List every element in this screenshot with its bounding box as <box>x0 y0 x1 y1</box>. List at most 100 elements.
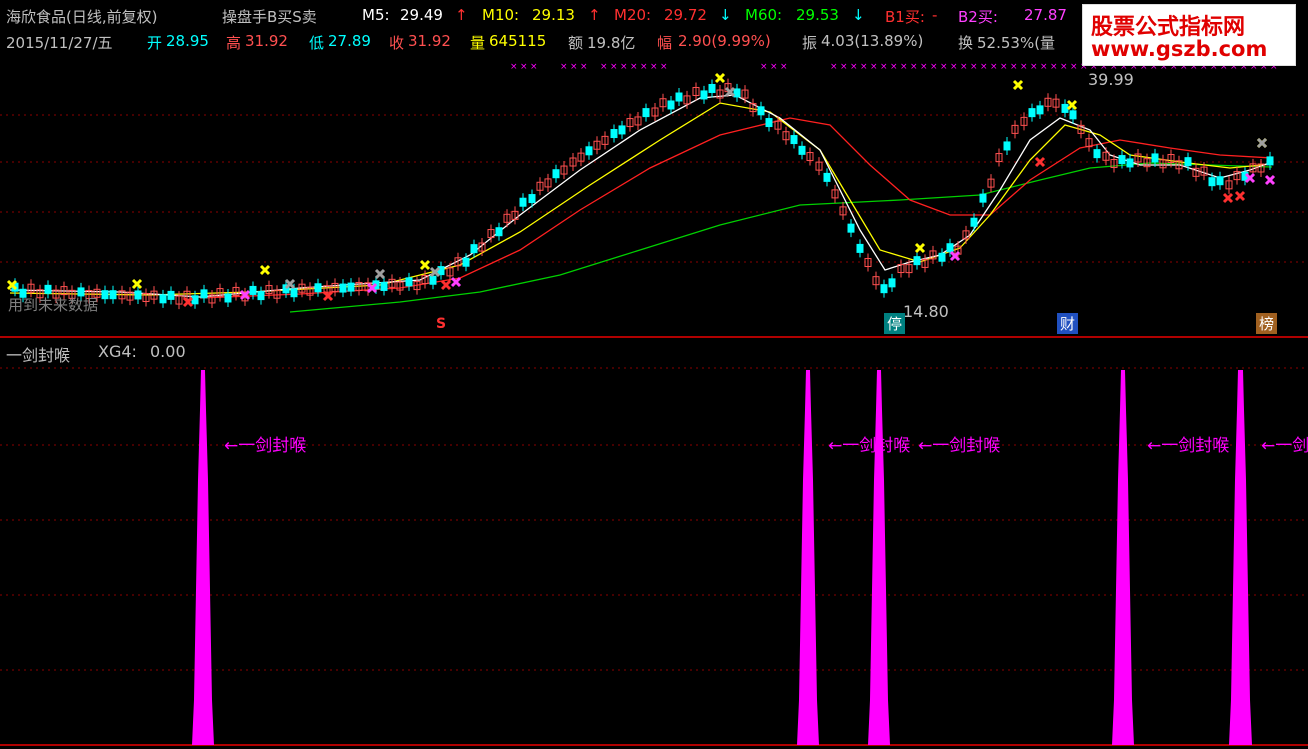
future-data-note: 用到未来数据 <box>8 296 99 314</box>
signal-label: ←一剑封喉 <box>224 436 306 456</box>
xg4-value: 0.00 <box>150 342 186 361</box>
b1-value: - <box>932 6 938 24</box>
ma20-value: 29.72 <box>664 6 707 24</box>
quote-date: 2015/11/27/五 <box>6 34 113 52</box>
signal-dot-icon: × <box>840 62 848 72</box>
candle-body <box>888 278 896 288</box>
signal-dot-icon: × <box>1050 62 1058 72</box>
candle-body <box>733 88 741 98</box>
signal-dot-icon: × <box>630 62 638 72</box>
candle-body <box>970 217 978 227</box>
candle-body <box>462 257 470 267</box>
signal-dot-icon: × <box>560 62 568 72</box>
signal-dot-icon: × <box>850 62 858 72</box>
signal-dot-icon: × <box>990 62 998 72</box>
candle-body <box>249 285 257 295</box>
candle-body <box>405 277 413 287</box>
ma5-value: 29.49 <box>400 6 443 24</box>
signal-dot-icon: × <box>950 62 958 72</box>
signal-label: ←一剑封喉 <box>1261 436 1308 456</box>
change-value: 2.90(9.99%) <box>678 32 771 50</box>
signal-label: ←一剑封喉 <box>828 436 910 456</box>
indicator-chart[interactable]: ←一剑封喉 ←一剑封喉 ←一剑封喉 ←一剑封喉 ←一剑封喉 <box>0 338 1308 749</box>
candle-body <box>765 118 773 128</box>
signal-dot-icon: × <box>570 62 578 72</box>
xg4-label: XG4: <box>98 342 137 361</box>
candle-body <box>675 92 683 102</box>
ma5-label: M5: <box>362 6 390 24</box>
indicator-panel[interactable]: ←一剑封喉 ←一剑封喉 ←一剑封喉 ←一剑封喉 ←一剑封喉 一剑封喉 XG4: 0.00 <box>0 338 1308 749</box>
low-value: 27.89 <box>328 32 371 50</box>
volume-value: 645115 <box>489 32 547 50</box>
candle-body <box>437 266 445 276</box>
ma60-label: M60: <box>745 6 783 24</box>
watermark-logo: 股票公式指标网 www.gszb.com <box>1082 4 1296 66</box>
signal-dot-icon: × <box>940 62 948 72</box>
signal-dot-icon: × <box>520 62 528 72</box>
candle-body <box>757 106 765 116</box>
candle-body <box>1184 157 1192 167</box>
ma60-value: 29.53 <box>796 6 839 24</box>
signal-dot-icon: × <box>960 62 968 72</box>
candle-body <box>1036 105 1044 115</box>
signal-dot-icon: × <box>1070 62 1078 72</box>
open-label: 开 <box>147 34 163 52</box>
signal-dot-icon: × <box>780 62 788 72</box>
ma10-arrow-icon: ↑ <box>588 6 601 24</box>
candle-body <box>847 223 855 233</box>
candle-body <box>224 293 232 303</box>
close-value: 31.92 <box>408 32 451 50</box>
ma10-value: 29.13 <box>532 6 575 24</box>
signal-label: ←一剑封喉 <box>918 436 1000 456</box>
candle-body <box>1069 110 1077 120</box>
candle-body <box>314 283 322 293</box>
finance-tag[interactable]: 财 <box>1057 313 1079 334</box>
candle-body <box>1118 155 1126 165</box>
candle-body <box>44 284 52 294</box>
candle-body <box>1126 158 1134 168</box>
candle-body <box>339 283 347 293</box>
ranking-tag[interactable]: 榜 <box>1256 313 1278 334</box>
price-chart-panel[interactable]: × × × × × × × × × × × × × × × × × × × × × × × × × × × × × × × × × × × × × × × ×… <box>0 0 1308 338</box>
signal-dot-icon: × <box>900 62 908 72</box>
candle-body <box>708 83 716 93</box>
signal-dot-icon: × <box>580 62 588 72</box>
open-value: 28.95 <box>166 32 209 50</box>
candle-body <box>1061 103 1069 113</box>
signal-dot-icon: × <box>1010 62 1018 72</box>
turnover-label: 换 <box>958 34 974 52</box>
candle-body <box>519 197 527 207</box>
candle-body <box>134 290 142 300</box>
signal-dot-icon: × <box>1040 62 1048 72</box>
candle-body <box>798 145 806 155</box>
candle-body <box>1028 108 1036 118</box>
signal-dot-icon: × <box>530 62 538 72</box>
candle-body <box>946 243 954 253</box>
high-price-label: 39.99 <box>1088 70 1134 89</box>
candle-body <box>1151 153 1159 163</box>
candle-body <box>101 290 109 300</box>
amplitude-label: 振 <box>802 34 818 52</box>
candle-body <box>585 146 593 156</box>
suspend-tag[interactable]: 停 <box>884 313 906 334</box>
amplitude-value: 4.03(13.89%) <box>821 32 924 50</box>
candle-body <box>1093 149 1101 159</box>
candle-body <box>200 289 208 299</box>
signal-dot-icon: × <box>650 62 658 72</box>
b1-label: B1买: <box>885 8 925 26</box>
signal-dot-icon: × <box>1020 62 1028 72</box>
indicator-title: 一剑封喉 <box>6 346 71 365</box>
signal-label: ←一剑封喉 <box>1147 436 1229 456</box>
signal-dot-icon: × <box>660 62 668 72</box>
candle-body <box>856 243 864 253</box>
candle-body <box>610 129 618 139</box>
signal-dot-icon: × <box>770 62 778 72</box>
signal-dot-icon: × <box>980 62 988 72</box>
candle-body <box>823 172 831 182</box>
signal-dot-icon: × <box>620 62 628 72</box>
candle-body <box>159 294 167 304</box>
signal-dot-icon: × <box>970 62 978 72</box>
volume-label: 量 <box>470 34 486 52</box>
candle-body <box>191 295 199 305</box>
candle-body <box>790 135 798 145</box>
